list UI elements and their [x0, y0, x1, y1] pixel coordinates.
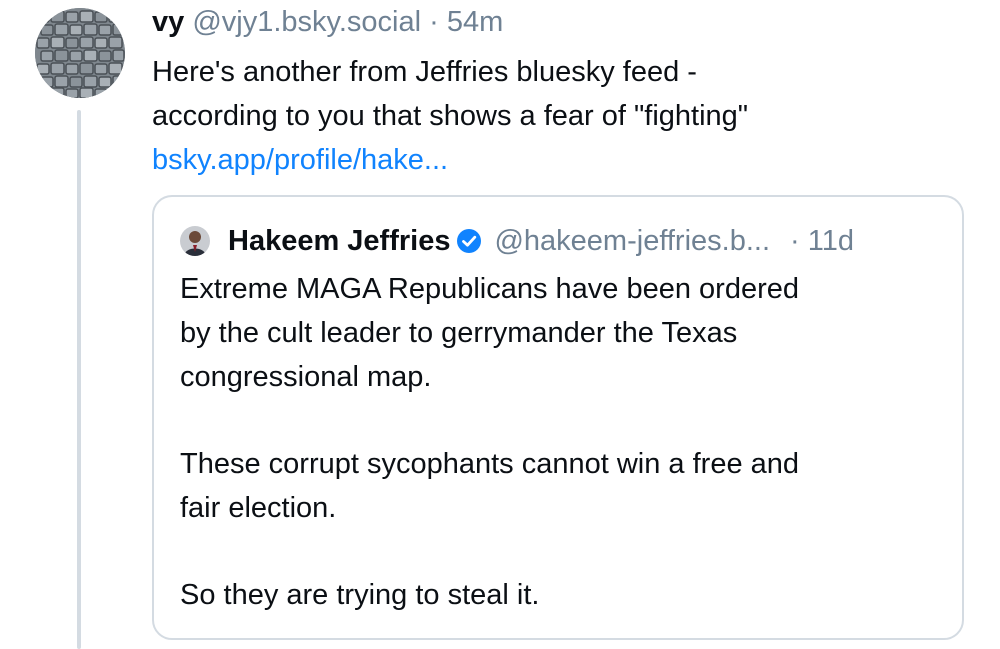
quoted-text-line: So they are trying to steal it.	[180, 579, 540, 611]
post-body: Here's another from Jeffries bluesky fee…	[152, 50, 972, 182]
post-link[interactable]: bsky.app/profile/hake...	[152, 144, 448, 176]
quoted-post-card[interactable]: Hakeem Jeffries @hakeem-jeffries.b... · …	[152, 195, 964, 640]
quoted-post-header: Hakeem Jeffries @hakeem-jeffries.b... · …	[180, 221, 854, 261]
quoted-text-line: by the cult leader to gerrymander the Te…	[180, 317, 738, 349]
cobblestone-avatar-icon	[35, 8, 125, 98]
post-timestamp[interactable]: 54m	[447, 6, 503, 38]
verified-check-icon	[457, 229, 482, 253]
quoted-text-line: fair election.	[180, 492, 337, 524]
quoted-text-line: congressional map.	[180, 361, 432, 393]
quoted-author-avatar[interactable]	[180, 226, 210, 256]
quoted-author-handle[interactable]: @hakeem-jeffries.b...	[494, 221, 770, 261]
thread-connector-line	[77, 110, 81, 649]
post-header: vy @vjy1.bsky.social · 54m	[152, 2, 503, 42]
author-name[interactable]: vy	[152, 6, 184, 38]
quoted-text-line: Extreme MAGA Republicans have been order…	[180, 273, 800, 305]
quoted-author-name[interactable]: Hakeem Jeffries	[228, 221, 450, 261]
post-text-line: according to you that shows a fear of "f…	[152, 100, 749, 132]
post-text-line: Here's another from Jeffries bluesky fee…	[152, 56, 697, 88]
quoted-post-timestamp[interactable]: · 11d	[790, 221, 854, 261]
portrait-avatar-icon	[180, 226, 210, 256]
quoted-text-line: These corrupt sycophants cannot win a fr…	[180, 448, 800, 480]
author-avatar[interactable]	[35, 8, 125, 98]
header-separator: ·	[429, 6, 439, 38]
author-handle[interactable]: @vjy1.bsky.social	[192, 6, 421, 38]
quoted-post-body: Extreme MAGA Republicans have been order…	[180, 267, 940, 617]
